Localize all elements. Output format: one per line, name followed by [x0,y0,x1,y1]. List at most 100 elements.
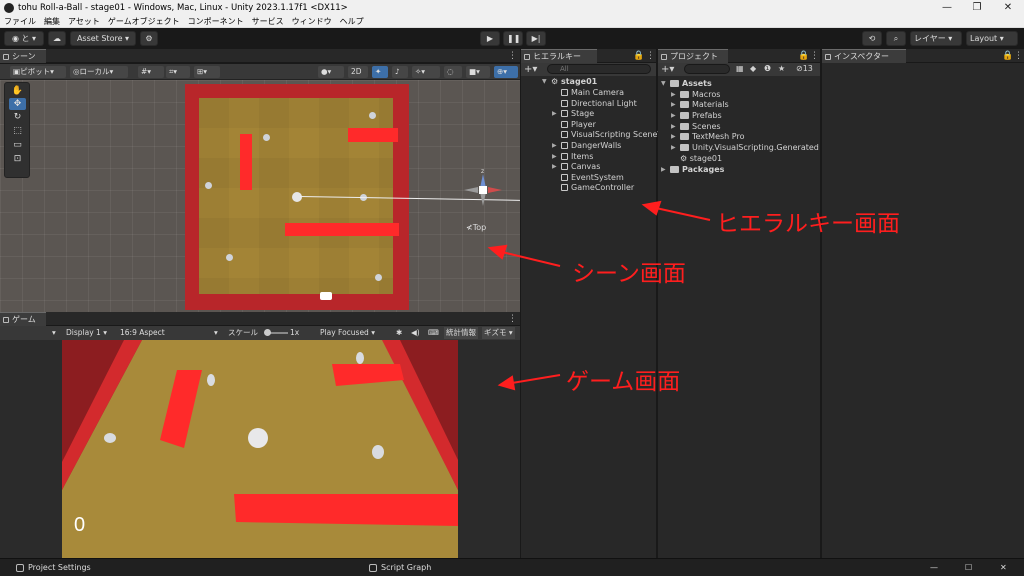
layout-dropdown[interactable]: Layout ▾ [966,31,1018,46]
hierarchy-item-eventsystem[interactable]: EventSystem [561,173,624,183]
play-button[interactable]: ▶ [480,31,500,46]
settings-icon[interactable]: ⚙ [140,31,158,46]
visibility-icon[interactable]: ◌ [444,66,462,78]
project-folder-assets[interactable]: ▼ Assets [661,79,712,89]
hierarchy-kebab-icon[interactable]: ⋮ [646,49,655,63]
project-folder-visualscripting-generated[interactable]: ▶ Unity.VisualScripting.Generated [671,143,819,153]
game-kebab-icon[interactable]: ⋮ [508,312,517,326]
rect-tool-icon[interactable]: ▭ [9,139,26,151]
history-icon[interactable]: ⟲ [862,31,882,46]
mode-2d-toggle[interactable]: 2D [348,66,368,78]
tab-game[interactable]: ゲーム [0,312,46,326]
game-view[interactable]: 0 [0,340,520,558]
camera-icon[interactable]: ■▾ [466,66,490,78]
close-button[interactable]: ✕ [993,0,1023,15]
gizmos-icon[interactable]: ⊕▾ [494,66,518,78]
project-folder-scenes[interactable]: ▶ Scenes [671,122,721,132]
project-folder-macros[interactable]: ▶ Macros [671,90,720,100]
display-dropdown[interactable]: Display 1 ▾ [66,327,107,339]
create-plus-icon[interactable]: +▾ [524,63,537,76]
expand-caret-icon[interactable]: ▶ [661,165,666,175]
cloud-icon[interactable]: ☁ [48,31,66,46]
status-minimize-icon[interactable]: — [930,559,938,576]
project-search-input[interactable] [684,64,730,74]
filter-alert-icon[interactable]: ❶ [764,64,771,73]
pivot-dropdown[interactable]: ▣ピボット▾ [10,66,66,78]
expand-caret-icon[interactable]: ▶ [552,152,557,162]
expand-caret-icon[interactable]: ▶ [671,100,676,110]
expand-caret-icon[interactable]: ▼ [661,79,666,89]
tab-project[interactable]: プロジェクト [658,49,728,63]
game-view-dropdown-icon[interactable]: ▾ [52,327,56,339]
project-folder-textmeshpro[interactable]: ▶ TextMesh Pro [671,132,744,142]
local-dropdown[interactable]: ◎ローカル▾ [70,66,128,78]
audio-icon[interactable]: ♪ [392,66,408,78]
project-folder-prefabs[interactable]: ▶ Prefabs [671,111,722,121]
tab-hierarchy[interactable]: ヒエラルキー [521,49,597,63]
menu-window[interactable]: ウィンドウ [288,16,336,27]
snap-increment-icon[interactable]: ⌗▾ [166,66,190,78]
aspect-dropdown-icon[interactable]: ▾ [214,327,218,339]
scale-tool-icon[interactable]: ⬚ [9,125,26,137]
menu-component[interactable]: コンポーネント [184,16,248,27]
project-folder-packages[interactable]: ▶ Packages [661,165,724,175]
search-icon[interactable]: ⌕ [886,31,906,46]
tab-scene[interactable]: シーン [0,49,46,63]
shortcuts-icon[interactable]: ⌨ [428,327,439,339]
hierarchy-item-items[interactable]: ▶ Items [552,152,593,162]
project-folder-materials[interactable]: ▶ Materials [671,100,729,110]
status-close-icon[interactable]: ✕ [1000,559,1007,576]
ruler-icon[interactable]: ⊞▾ [194,66,220,78]
scene-kebab-icon[interactable]: ⋮ [508,49,517,63]
menu-help[interactable]: ヘルプ [336,16,368,27]
effects-icon[interactable]: ✧▾ [412,66,440,78]
rotate-tool-icon[interactable]: ↻ [9,111,26,123]
hierarchy-item-directional-light[interactable]: Directional Light [561,99,637,109]
inspector-kebab-icon[interactable]: ⋮ [1014,49,1023,63]
hierarchy-lock-icon[interactable]: 🔒 [633,49,644,63]
expand-caret-icon[interactable]: ▶ [671,90,676,100]
layers-dropdown[interactable]: レイヤー ▾ [910,31,962,46]
lighting-icon[interactable]: ✦ [372,66,388,78]
expand-caret-icon[interactable]: ▶ [671,143,676,153]
hierarchy-item-canvas[interactable]: ▶ Canvas [552,162,600,172]
hierarchy-item-stage[interactable]: ▶ Stage [552,109,594,119]
hierarchy-item-main-camera[interactable]: Main Camera [561,88,624,98]
hierarchy-item-gamecontroller[interactable]: GameController [561,183,634,193]
aspect-dropdown[interactable]: 16:9 Aspect [120,327,165,339]
pause-button[interactable]: ❚❚ [503,31,523,46]
project-asset-stage01[interactable]: ⚙ stage01 [680,154,722,164]
grid-snap-icon[interactable]: #▾ [138,66,164,78]
hierarchy-item-visualscripting[interactable]: VisualScripting SceneV [561,130,663,140]
play-mode-dropdown[interactable]: Play Focused ▾ [320,327,375,339]
step-button[interactable]: ▶| [526,31,546,46]
scale-slider-handle[interactable] [264,329,271,336]
project-settings-window[interactable]: Project Settings [14,559,91,576]
expand-caret-icon[interactable]: ▶ [552,162,557,172]
create-plus-icon[interactable]: +▾ [661,63,674,76]
orientation-gizmo[interactable]: z [462,168,504,216]
menu-services[interactable]: サービス [248,16,288,27]
transform-tool-icon[interactable]: ⊡ [9,153,26,165]
menu-edit[interactable]: 編集 [40,16,64,27]
menu-file[interactable]: ファイル [0,16,40,27]
hierarchy-item-player[interactable]: Player [561,120,596,130]
hidden-packages-icon[interactable]: ⊘13 [796,64,813,73]
script-graph-window[interactable]: Script Graph [367,559,431,576]
frame-debugger-icon[interactable]: ✱ [396,327,402,339]
project-kebab-icon[interactable]: ⋮ [810,49,819,63]
move-tool-icon[interactable]: ✥ [9,98,26,110]
hierarchy-scene-row[interactable]: ▼ ⚙ stage01 [542,77,597,87]
status-maximize-icon[interactable]: ☐ [965,559,972,576]
expand-caret-icon[interactable]: ▶ [552,141,557,151]
expand-caret-icon[interactable]: ▶ [671,132,676,142]
shading-mode-icon[interactable]: ●▾ [318,66,344,78]
filter-type-icon[interactable]: ▦ [736,64,744,73]
scene-view[interactable]: ✋ ✥ ↻ ⬚ ▭ ⊡ z ≮Top [0,80,520,312]
maximize-button[interactable]: ❐ [962,0,992,15]
hand-tool-icon[interactable]: ✋ [9,85,26,97]
expand-caret-icon[interactable]: ▶ [552,109,557,119]
star-icon[interactable]: ★ [778,64,785,73]
mute-audio-icon[interactable]: ◀) [411,327,420,339]
filter-label-icon[interactable]: ◆ [750,64,756,73]
